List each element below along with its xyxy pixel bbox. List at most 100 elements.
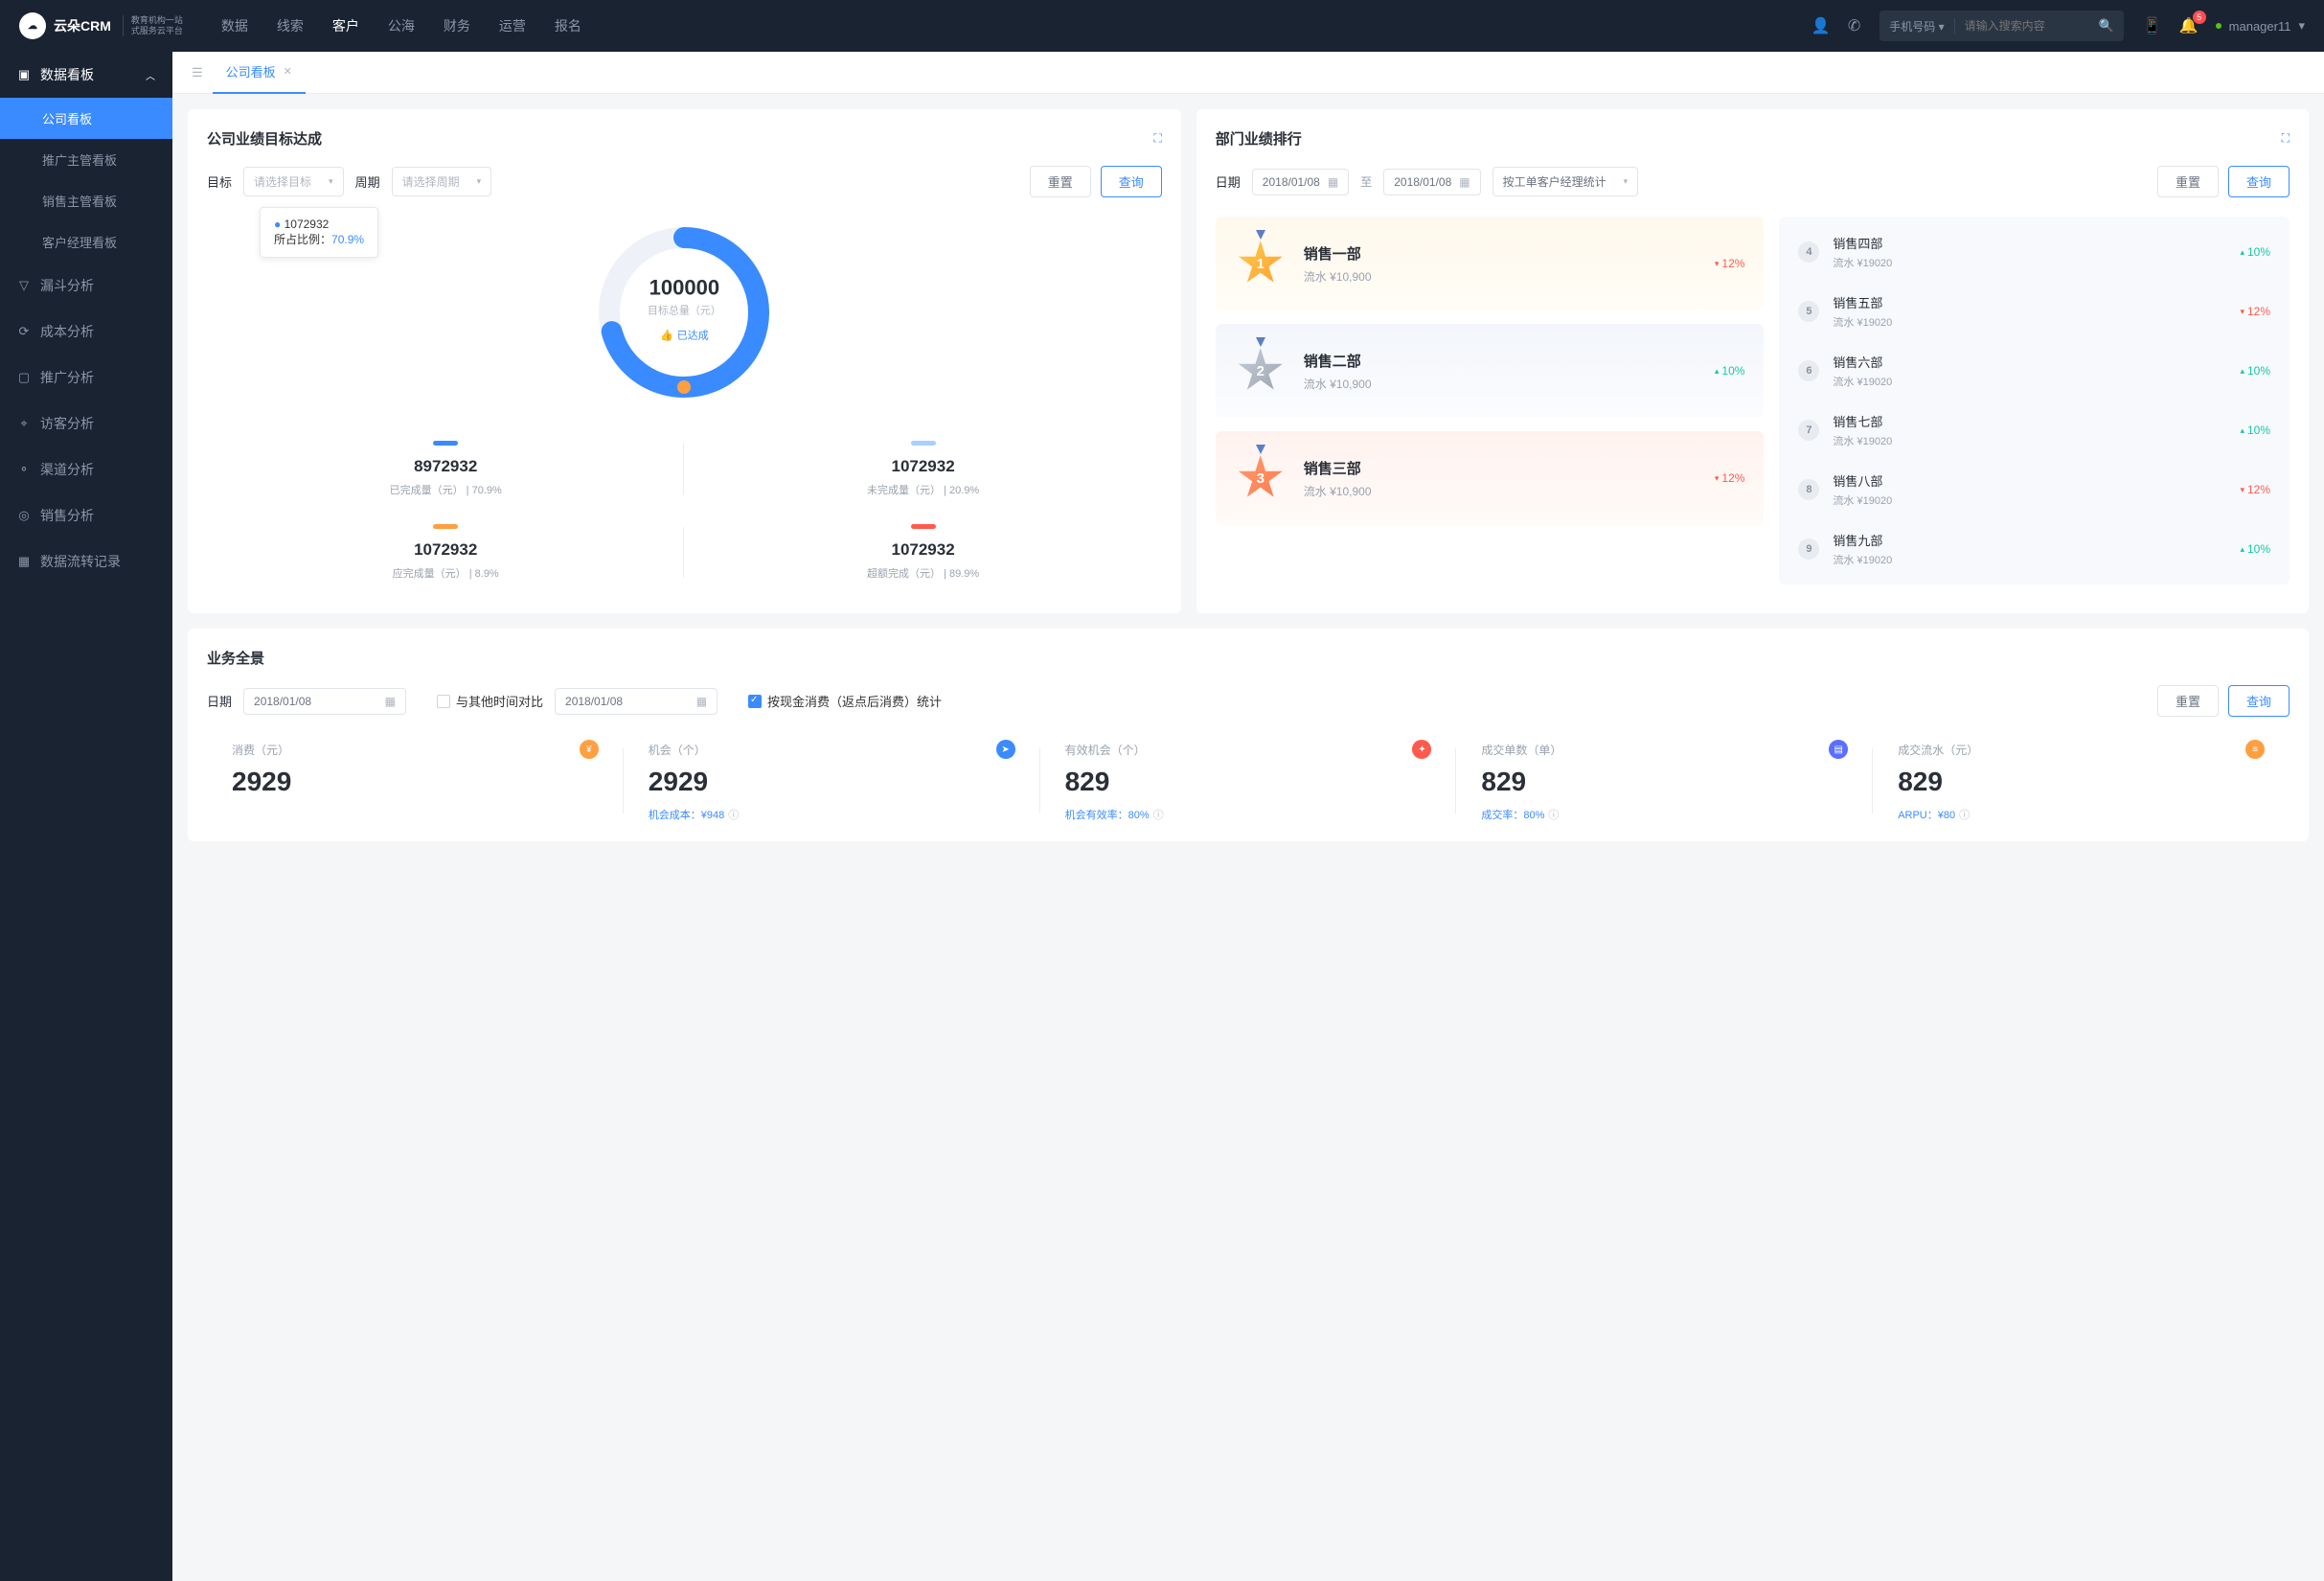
chart-tooltip: ● 1072932 所占比例：70.9%	[260, 207, 378, 258]
chevron-up-icon: ︿	[146, 68, 155, 82]
nav-item[interactable]: 运营	[499, 16, 526, 35]
business-panel: 业务全景 日期 2018/01/08▦ 与其他时间对比 2018/01/08▦ …	[188, 629, 2309, 841]
menu-icon: ▢	[17, 370, 31, 385]
medal-icon: 3	[1235, 452, 1287, 504]
search-box: 手机号码 ▾ 🔍	[1880, 11, 2124, 41]
rank-row[interactable]: 4销售四部流水 ¥1902010%	[1785, 222, 2284, 282]
target-label: 目标	[207, 172, 232, 191]
period-select[interactable]: 请选择周期▾	[392, 167, 492, 196]
menu-icon: ⚬	[17, 462, 31, 477]
sidebar-item[interactable]: 销售主管看板	[0, 180, 172, 221]
kpi-icon: ¥	[580, 740, 599, 759]
nav-icons: 👤 ✆	[1811, 16, 1860, 35]
expand-icon[interactable]: ⛶	[2282, 131, 2290, 146]
achieved-badge: 已达成	[660, 328, 709, 343]
reset-button[interactable]: 重置	[2157, 685, 2219, 717]
rank-card[interactable]: 3销售三部流水 ¥10,90012%	[1216, 431, 1765, 525]
goal-panel: 公司业绩目标达成 ⛶ 目标 请选择目标▾ 周期 请选择周期▾ 重置 查询 ● 1…	[188, 109, 1181, 613]
kpi-card: 消费（元）¥2929	[207, 740, 624, 822]
sidebar-item[interactable]: ▦数据流转记录	[0, 538, 172, 584]
stat-cell: 1072932超额完成（元） | 89.9%	[684, 511, 1161, 594]
nav-items: 数据 线索 客户 公海 财务 运营 报名	[221, 16, 1811, 35]
sidebar: ▣ 数据看板 ︿ 公司看板推广主管看板销售主管看板客户经理看板 ▽漏斗分析⟳成本…	[0, 52, 172, 1581]
rank-row[interactable]: 6销售六部流水 ¥1902010%	[1785, 341, 2284, 401]
kpi-card: 机会（个）➤2929机会成本：¥948 ⓘ	[624, 740, 1040, 822]
expand-icon[interactable]: ⛶	[1153, 131, 1161, 146]
user-icon[interactable]: 👤	[1811, 16, 1831, 35]
query-button[interactable]: 查询	[1101, 166, 1162, 197]
tab-company-board[interactable]: 公司看板 ✕	[213, 52, 306, 94]
sidebar-item[interactable]: ⌖访客分析	[0, 401, 172, 447]
rank-card[interactable]: 2销售二部流水 ¥10,90010%	[1216, 324, 1765, 418]
query-button[interactable]: 查询	[2228, 166, 2290, 197]
help-icon[interactable]: ⓘ	[728, 807, 739, 822]
date-to-input[interactable]: 2018/01/08▦	[1383, 169, 1480, 195]
stat-by-select[interactable]: 按工单客户经理统计▾	[1492, 167, 1639, 196]
sidebar-item[interactable]: ⟳成本分析	[0, 309, 172, 355]
stat-cell: 1072932未完成量（元） | 20.9%	[684, 427, 1161, 511]
rank-panel: 部门业绩排行 ⛶ 日期 2018/01/08▦ 至 2018/01/08▦ 按工…	[1196, 109, 2309, 613]
kpi-card: 成交流水（元）≡829ARPU：¥80 ⓘ	[1873, 740, 2290, 822]
reset-button[interactable]: 重置	[1030, 166, 1091, 197]
nav-item[interactable]: 报名	[555, 16, 581, 35]
bell-icon[interactable]: 🔔	[2179, 16, 2199, 35]
search-type-select[interactable]: 手机号码 ▾	[1880, 18, 1954, 34]
menu-icon: ▦	[17, 554, 31, 569]
search-icon[interactable]: 🔍	[2089, 18, 2124, 34]
mobile-icon[interactable]: 📱	[2143, 16, 2162, 35]
status-dot	[2216, 23, 2221, 29]
sidebar-item[interactable]: 客户经理看板	[0, 221, 172, 263]
rank-row[interactable]: 5销售五部流水 ¥1902012%	[1785, 282, 2284, 341]
gauge-chart: ● 1072932 所占比例：70.9% 100000 目标总量（元） 已达成	[207, 217, 1162, 408]
help-icon[interactable]: ⓘ	[1959, 807, 1970, 822]
sidebar-item[interactable]: 推广主管看板	[0, 139, 172, 180]
kpi-icon: ✦	[1412, 740, 1431, 759]
sidebar-item[interactable]: 公司看板	[0, 98, 172, 139]
date1-input[interactable]: 2018/01/08▦	[243, 688, 406, 715]
nav-item[interactable]: 公海	[388, 16, 415, 35]
help-icon[interactable]: ⓘ	[1548, 807, 1559, 822]
date-from-input[interactable]: 2018/01/08▦	[1252, 169, 1349, 195]
sidebar-group-dashboard[interactable]: ▣ 数据看板 ︿	[0, 52, 172, 98]
date2-input[interactable]: 2018/01/08▦	[555, 688, 718, 715]
stat-cell: 8972932已完成量（元） | 70.9%	[207, 427, 684, 511]
nav-item[interactable]: 数据	[221, 16, 248, 35]
compare-checkbox[interactable]: 与其他时间对比	[437, 692, 543, 710]
gauge-label: 目标总量（元）	[648, 303, 721, 318]
top-nav: ☁ 云朵CRM 教育机构一站 式服务云平台 数据 线索 客户 公海 财务 运营 报名 👤 ✆…	[0, 0, 2324, 52]
username: manager11	[2229, 19, 2291, 34]
to-label: 至	[1360, 173, 1372, 190]
sidebar-item[interactable]: ◎销售分析	[0, 493, 172, 538]
menu-icon[interactable]: ☰	[182, 65, 213, 80]
tabs-bar: ☰ 公司看板 ✕	[172, 52, 2324, 94]
rank-row[interactable]: 9销售九部流水 ¥1902010%	[1785, 519, 2284, 579]
rank-row[interactable]: 7销售七部流水 ¥1902010%	[1785, 401, 2284, 460]
panel-title: 公司业绩目标达成	[207, 128, 322, 149]
nav-item[interactable]: 财务	[444, 16, 470, 35]
kpi-icon: ≡	[2245, 740, 2265, 759]
sidebar-item[interactable]: ⚬渠道分析	[0, 447, 172, 493]
logo-subtitle: 教育机构一站 式服务云平台	[123, 15, 183, 36]
cash-checkbox[interactable]: 按现金消费（返点后消费）统计	[748, 692, 942, 710]
kpi-icon: ▤	[1829, 740, 1848, 759]
reset-button[interactable]: 重置	[2157, 166, 2219, 197]
sidebar-item[interactable]: ▽漏斗分析	[0, 263, 172, 309]
menu-icon: ▽	[17, 278, 31, 293]
logo[interactable]: ☁ 云朵CRM 教育机构一站 式服务云平台	[19, 12, 183, 39]
user-menu[interactable]: manager11 ▾	[2216, 18, 2305, 34]
query-button[interactable]: 查询	[2228, 685, 2290, 717]
help-icon[interactable]: ⓘ	[1153, 807, 1164, 822]
kpi-icon: ➤	[996, 740, 1015, 759]
rank-card[interactable]: 1销售一部流水 ¥10,90012%	[1216, 217, 1765, 310]
phone-icon[interactable]: ✆	[1848, 16, 1860, 35]
rank-row[interactable]: 8销售八部流水 ¥1902012%	[1785, 460, 2284, 519]
chevron-down-icon: ▾	[2298, 18, 2305, 34]
menu-icon: ⌖	[17, 416, 31, 431]
close-icon[interactable]: ✕	[284, 65, 292, 78]
nav-item[interactable]: 线索	[277, 16, 304, 35]
kpi-card: 成交单数（单）▤829成交率：80% ⓘ	[1456, 740, 1873, 822]
sidebar-item[interactable]: ▢推广分析	[0, 355, 172, 401]
nav-item[interactable]: 客户	[332, 16, 359, 35]
search-input[interactable]	[1955, 19, 2089, 33]
target-select[interactable]: 请选择目标▾	[243, 167, 344, 196]
